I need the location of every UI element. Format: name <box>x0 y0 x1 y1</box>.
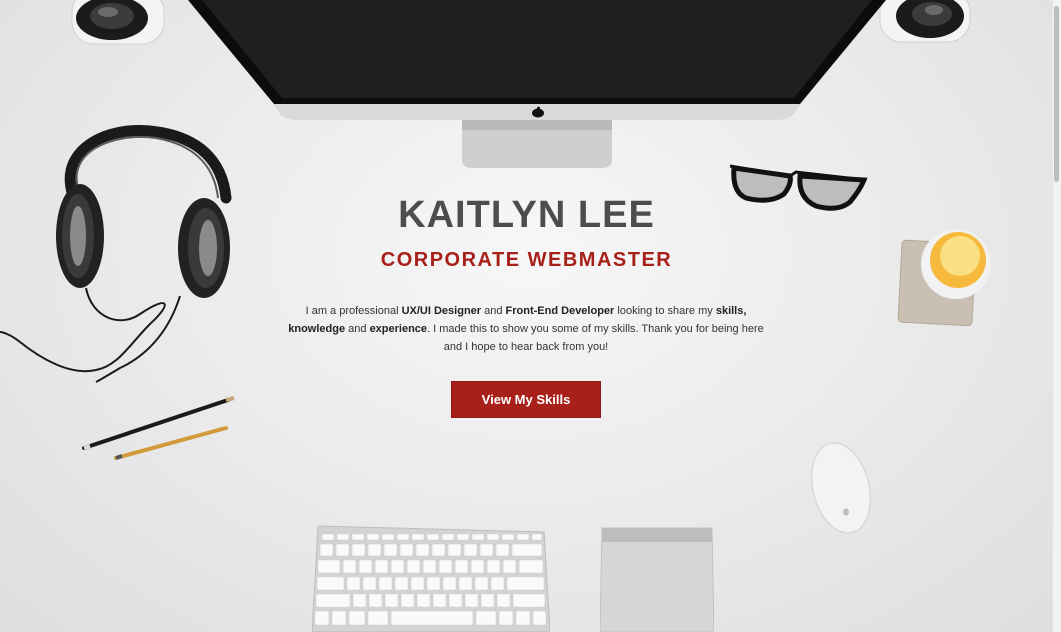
hero-job-title: CORPORATE WEBMASTER <box>380 249 673 271</box>
intro-text: . I made this to show you some of my ski… <box>427 323 764 353</box>
hero-section: KAITLYN LEE CORPORATE WEBMASTER I am a p… <box>0 0 1053 632</box>
intro-text: and <box>481 305 506 317</box>
intro-text: and <box>345 323 370 335</box>
intro-emphasis: experience <box>369 323 428 335</box>
intro-emphasis: UX/UI Designer <box>401 305 482 317</box>
intro-text: looking to share my <box>614 305 716 317</box>
hero-name: KAITLYN LEE <box>398 194 655 236</box>
scrollbar[interactable] <box>1052 0 1061 632</box>
intro-text: I am a professional <box>305 305 402 317</box>
intro-emphasis: Front-End Developer <box>505 305 615 317</box>
scrollbar-thumb[interactable] <box>1054 6 1059 182</box>
hero-intro: I am a professional UX/UI Designer and F… <box>286 302 766 356</box>
view-my-skills-button[interactable]: View My Skills <box>451 381 601 418</box>
